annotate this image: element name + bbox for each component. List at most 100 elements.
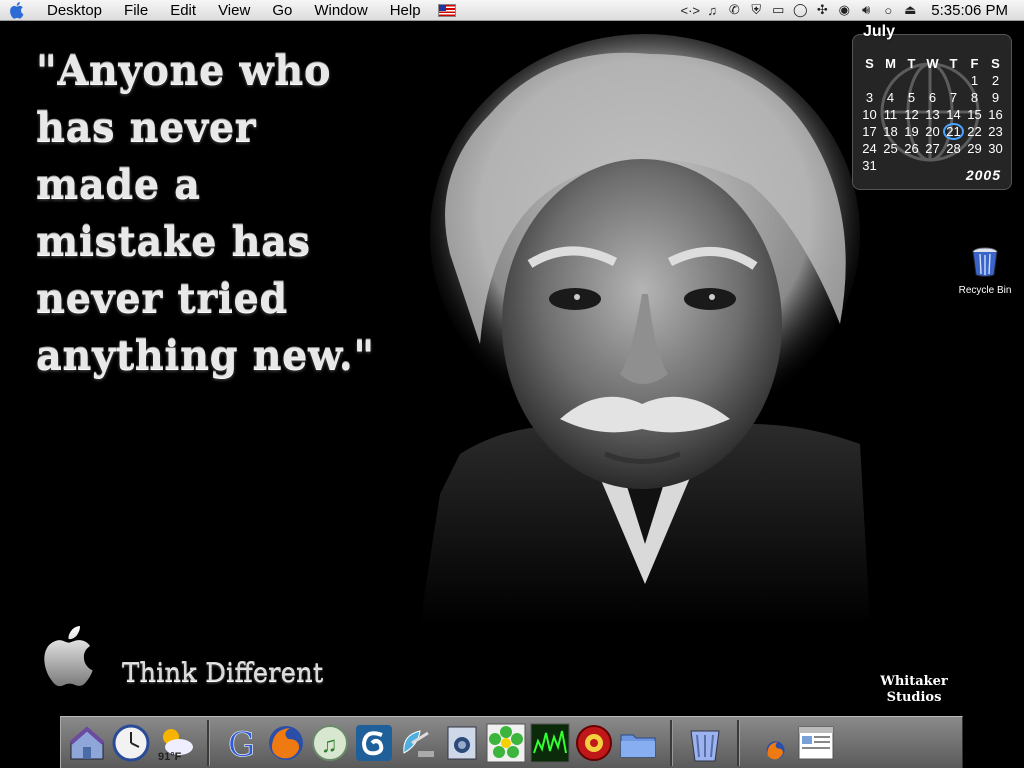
chat-bubble-icon[interactable]: ◯ [789,0,811,21]
quote-line: made a [36,161,201,208]
calendar-weekday: T [907,56,916,71]
calendar-weekday: S [991,56,1000,71]
calendar-day[interactable]: 29 [964,140,985,157]
dock-separator [207,719,210,766]
calendar-day[interactable]: 3 [859,89,880,106]
calendar-empty-cell [922,72,943,89]
recycle-bin[interactable]: Recycle Bin [950,246,1020,296]
google-icon[interactable]: G [221,721,263,765]
dock-separator [737,719,740,766]
menu-desktop[interactable]: Desktop [36,0,113,21]
calendar-today[interactable]: 21 [943,123,964,140]
media-target-icon[interactable]: ◉ [833,0,855,21]
trash-icon[interactable] [684,721,726,765]
network-arrows-icon[interactable]: <·> [679,0,701,21]
system-tray: <·> ♫ ✆ ⛨ ▭ ◯ ✣ ◉ 🔊︎ ○ ⏏ 5:35:06 PM [679,0,1024,21]
calendar-day[interactable]: 12 [901,106,922,123]
weather-icon[interactable]: 91°F [154,721,196,765]
eject-icon[interactable]: ⏏ [899,0,921,21]
volume-icon[interactable]: 🔊︎ [855,0,877,21]
menu-help[interactable]: Help [379,0,432,21]
think-different-tagline: Think Different [122,658,324,688]
menu-edit[interactable]: Edit [159,0,207,21]
calendar-weekday: T [949,56,958,71]
calendar-day[interactable]: 26 [901,140,922,157]
satellite-dish-icon[interactable] [397,721,439,765]
svg-text:G: G [228,725,255,763]
studio-credit: Whitaker Studios [876,674,952,706]
calendar-weekday: S [865,56,874,71]
menu-file[interactable]: File [113,0,159,21]
menu-go[interactable]: Go [261,0,303,21]
calendar-day[interactable]: 19 [901,123,922,140]
calendar-day[interactable]: 10 [859,106,880,123]
calendar-day[interactable]: 8 [964,89,985,106]
menu-clock[interactable]: 5:35:06 PM [921,2,1024,19]
calendar-day[interactable]: 2 [985,72,1006,89]
circle-status-icon[interactable]: ○ [877,0,899,21]
einstein-portrait [420,34,870,624]
quote-line: "Anyone who [36,47,332,94]
us-flag-icon[interactable] [437,3,456,17]
calendar-empty-cell [943,72,964,89]
red-orb-icon[interactable] [573,721,615,765]
app-spiral-icon[interactable] [353,721,395,765]
phone-icon[interactable]: ✆ [723,0,745,21]
calendar-day[interactable]: 5 [901,89,922,106]
calendar-grid: S M T W T F S 1 2 3 4 5 6 7 8 9 10 11 12 13 14 15 16 17 18 19 20 21… [859,55,1006,174]
menu-window[interactable]: Window [303,0,378,21]
calendar-weekday: W [926,56,939,71]
icq-flower-icon[interactable] [485,721,527,765]
bluetooth-icon[interactable]: ✣ [811,0,833,21]
studio-line: Whitaker [880,674,948,689]
calendar-day[interactable]: 17 [859,123,880,140]
dock: 91°F G ♫ [60,716,963,768]
apple-logo-icon [44,626,93,687]
clock-icon[interactable] [110,721,152,765]
calendar-day[interactable]: 16 [985,106,1006,123]
calendar-day[interactable]: 4 [880,89,901,106]
activity-monitor-icon[interactable] [529,721,571,765]
folder-icon[interactable] [617,721,659,765]
shield-icon[interactable]: ⛨ [745,0,767,21]
calendar-day[interactable]: 28 [943,140,964,157]
minimized-window-icon[interactable] [795,721,837,765]
quote-line: anything new." [36,332,375,379]
calendar-day[interactable]: 15 [964,106,985,123]
calendar-weekday: M [885,56,896,71]
weather-temperature: 91°F [158,750,182,763]
wallpaper-quote: "Anyone who has never made a mistake has… [36,42,416,384]
home-icon[interactable] [66,721,108,765]
quote-line: mistake has [36,218,311,265]
calendar-day[interactable]: 22 [964,123,985,140]
itunes-icon[interactable]: ♫ [309,721,351,765]
apple-menu-icon[interactable] [0,0,36,21]
calendar-day[interactable]: 30 [985,140,1006,157]
minimized-firefox-icon[interactable] [751,721,793,765]
recycle-bin-label: Recycle Bin [958,285,1012,296]
calendar-day[interactable]: 11 [880,106,901,123]
calendar-day[interactable]: 25 [880,140,901,157]
svg-text:♫: ♫ [321,732,338,757]
calendar-day[interactable]: 13 [922,106,943,123]
display-icon[interactable]: ▭ [767,0,789,21]
calendar-day[interactable]: 27 [922,140,943,157]
menu-view[interactable]: View [207,0,261,21]
studio-line: Studios [886,690,942,705]
calendar-widget[interactable]: July S M T W T F S 1 2 3 4 5 6 7 8 9 10 11 12 13 14 15 16 17 18 1… [852,23,1012,190]
music-note-icon[interactable]: ♫ [701,0,723,21]
calendar-day[interactable]: 6 [922,89,943,106]
calendar-day[interactable]: 31 [859,157,880,174]
menu-bar: Desktop File Edit View Go Window Help <·… [0,0,1024,21]
calendar-day[interactable]: 18 [880,123,901,140]
preview-icon[interactable] [441,721,483,765]
calendar-day[interactable]: 9 [985,89,1006,106]
calendar-day[interactable]: 24 [859,140,880,157]
calendar-day[interactable]: 23 [985,123,1006,140]
firefox-icon[interactable] [265,721,307,765]
quote-line: never tried [36,275,288,322]
calendar-day[interactable]: 14 [943,106,964,123]
calendar-day[interactable]: 20 [922,123,943,140]
calendar-day[interactable]: 7 [943,89,964,106]
calendar-day[interactable]: 1 [964,72,985,89]
